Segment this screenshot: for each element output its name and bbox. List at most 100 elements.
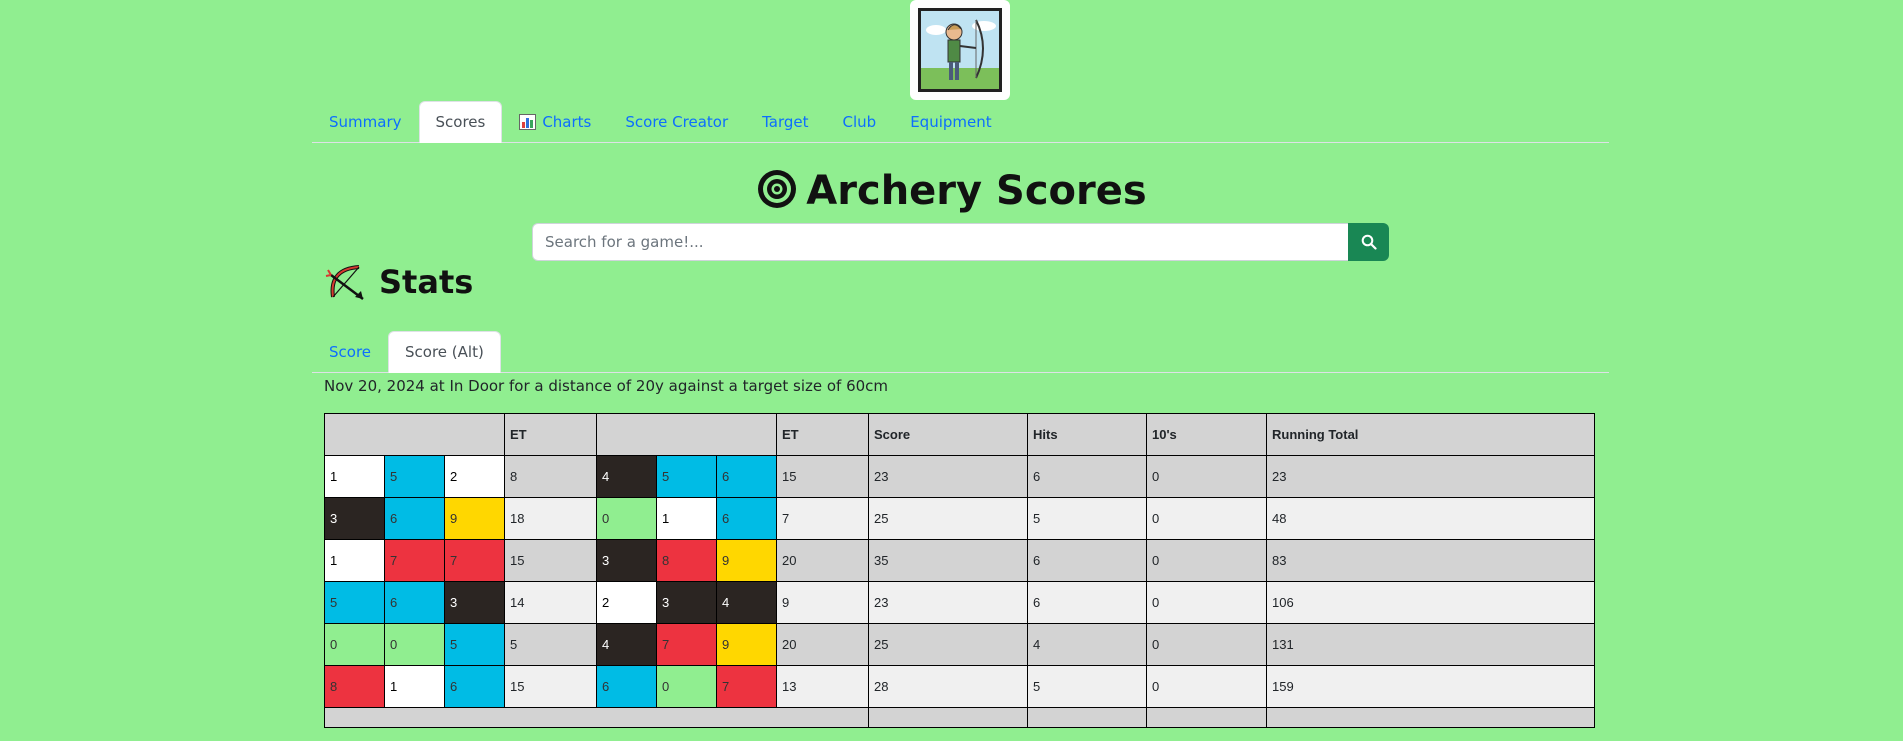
- running-total-cell: 131: [1266, 623, 1595, 666]
- tab-charts-label: Charts: [542, 113, 592, 131]
- score-cell: 25: [868, 497, 1028, 540]
- arrow-score-cell: 6: [716, 497, 777, 540]
- table-row: 3 6 9 18 0 1 6 7 25 5 0 48: [324, 497, 1595, 540]
- end-total-cell: 18: [504, 497, 597, 540]
- hits-cell: 6: [1027, 455, 1147, 498]
- tens-cell: 0: [1146, 665, 1267, 708]
- search-input[interactable]: [532, 223, 1348, 261]
- archer-logo-image: [918, 8, 1002, 92]
- bow-and-arrow-icon: [325, 265, 364, 300]
- tab-summary-label: Summary: [329, 113, 402, 131]
- footer-cell: [324, 707, 869, 728]
- hits-cell: 4: [1027, 623, 1147, 666]
- arrow-score-cell: 3: [596, 539, 657, 582]
- arrow-score-cell: 6: [444, 665, 505, 708]
- bar-chart-icon: [519, 114, 537, 130]
- arrow-score-cell: 0: [324, 623, 385, 666]
- arrow-score-cell: 4: [716, 581, 777, 624]
- arrow-score-cell: 5: [656, 455, 717, 498]
- search-bar: [532, 223, 1389, 261]
- tab-club[interactable]: Club: [826, 101, 894, 143]
- tab-equipment[interactable]: Equipment: [893, 101, 1008, 143]
- running-total-header: Running Total: [1266, 413, 1595, 456]
- stats-tabs: Score Score (Alt): [312, 331, 1609, 373]
- arrow-score-cell: 3: [324, 497, 385, 540]
- arrow-score-cell: 9: [716, 623, 777, 666]
- target-icon: [758, 170, 797, 208]
- tab-score[interactable]: Score: [312, 331, 388, 373]
- tab-score-creator[interactable]: Score Creator: [608, 101, 745, 143]
- tab-scores-label: Scores: [435, 113, 486, 131]
- table-row: 0 0 5 5 4 7 9 20 25 4 0 131: [324, 623, 1595, 666]
- tab-charts[interactable]: Charts: [502, 101, 608, 143]
- arrow-score-cell: 6: [384, 581, 445, 624]
- end-total-cell: 20: [776, 623, 869, 666]
- arrow-score-cell: 4: [596, 455, 657, 498]
- running-total-cell: 106: [1266, 581, 1595, 624]
- hits-header: Hits: [1027, 413, 1147, 456]
- end-total-cell: 13: [776, 665, 869, 708]
- arrow-score-cell: 1: [324, 539, 385, 582]
- arrow-score-cell: 8: [324, 665, 385, 708]
- hits-cell: 6: [1027, 539, 1147, 582]
- table-header-row: ET ET Score Hits 10's Running Total: [324, 413, 1595, 456]
- arrow-score-cell: 6: [596, 665, 657, 708]
- end-total-cell: 14: [504, 581, 597, 624]
- arrow-score-cell: 3: [444, 581, 505, 624]
- tens-cell: 0: [1146, 539, 1267, 582]
- arrow-score-cell: 1: [656, 497, 717, 540]
- arrow-score-cell: 0: [384, 623, 445, 666]
- arrow-score-cell: 2: [444, 455, 505, 498]
- tab-score-label: Score: [329, 343, 372, 361]
- site-logo[interactable]: [910, 0, 1010, 100]
- footer-cell: [1266, 707, 1595, 728]
- table-row: 1 5 2 8 4 5 6 15 23 6 0 23: [324, 455, 1595, 498]
- arrow-score-cell: 2: [596, 581, 657, 624]
- running-total-cell: 48: [1266, 497, 1595, 540]
- tab-equipment-label: Equipment: [910, 113, 992, 131]
- tens-header: 10's: [1146, 413, 1267, 456]
- game-description: Nov 20, 2024 at In Door for a distance o…: [324, 377, 889, 395]
- arrow-score-cell: 6: [384, 497, 445, 540]
- arrow-score-cell: 7: [656, 623, 717, 666]
- running-total-cell: 23: [1266, 455, 1595, 498]
- end-total-cell: 15: [504, 539, 597, 582]
- arrow-score-cell: 4: [596, 623, 657, 666]
- et1-header: ET: [504, 413, 597, 456]
- end2-arrows-header: [596, 413, 777, 456]
- arrow-score-cell: 1: [384, 665, 445, 708]
- et2-header: ET: [776, 413, 869, 456]
- score-header: Score: [868, 413, 1028, 456]
- score-cell: 35: [868, 539, 1028, 582]
- score-cell: 25: [868, 623, 1028, 666]
- score-cell: 28: [868, 665, 1028, 708]
- tab-score-creator-label: Score Creator: [625, 113, 729, 131]
- tab-scores[interactable]: Scores: [418, 101, 503, 143]
- arrow-score-cell: 9: [716, 539, 777, 582]
- end-total-cell: 5: [504, 623, 597, 666]
- arrow-score-cell: 9: [444, 497, 505, 540]
- end1-arrows-header: [324, 413, 505, 456]
- tab-score-alt[interactable]: Score (Alt): [388, 331, 501, 373]
- arrow-score-cell: 3: [656, 581, 717, 624]
- score-cell: 23: [868, 581, 1028, 624]
- search-icon: [1361, 234, 1377, 250]
- hits-cell: 6: [1027, 581, 1147, 624]
- search-button[interactable]: [1348, 223, 1389, 261]
- tab-target[interactable]: Target: [745, 101, 825, 143]
- tab-target-label: Target: [762, 113, 809, 131]
- tab-summary[interactable]: Summary: [312, 101, 419, 143]
- score-table: ET ET Score Hits 10's Running Total 1528…: [324, 413, 1595, 728]
- end-total-cell: 9: [776, 581, 869, 624]
- stats-heading: Stats: [325, 258, 473, 306]
- end-total-cell: 15: [776, 455, 869, 498]
- arrow-score-cell: 6: [716, 455, 777, 498]
- running-total-cell: 83: [1266, 539, 1595, 582]
- footer-cell: [868, 707, 1028, 728]
- arrow-score-cell: 0: [656, 665, 717, 708]
- arrow-score-cell: 7: [384, 539, 445, 582]
- arrow-score-cell: 1: [324, 455, 385, 498]
- arrow-score-cell: 8: [656, 539, 717, 582]
- end-total-cell: 15: [504, 665, 597, 708]
- table-row: 5 6 3 14 2 3 4 9 23 6 0 106: [324, 581, 1595, 624]
